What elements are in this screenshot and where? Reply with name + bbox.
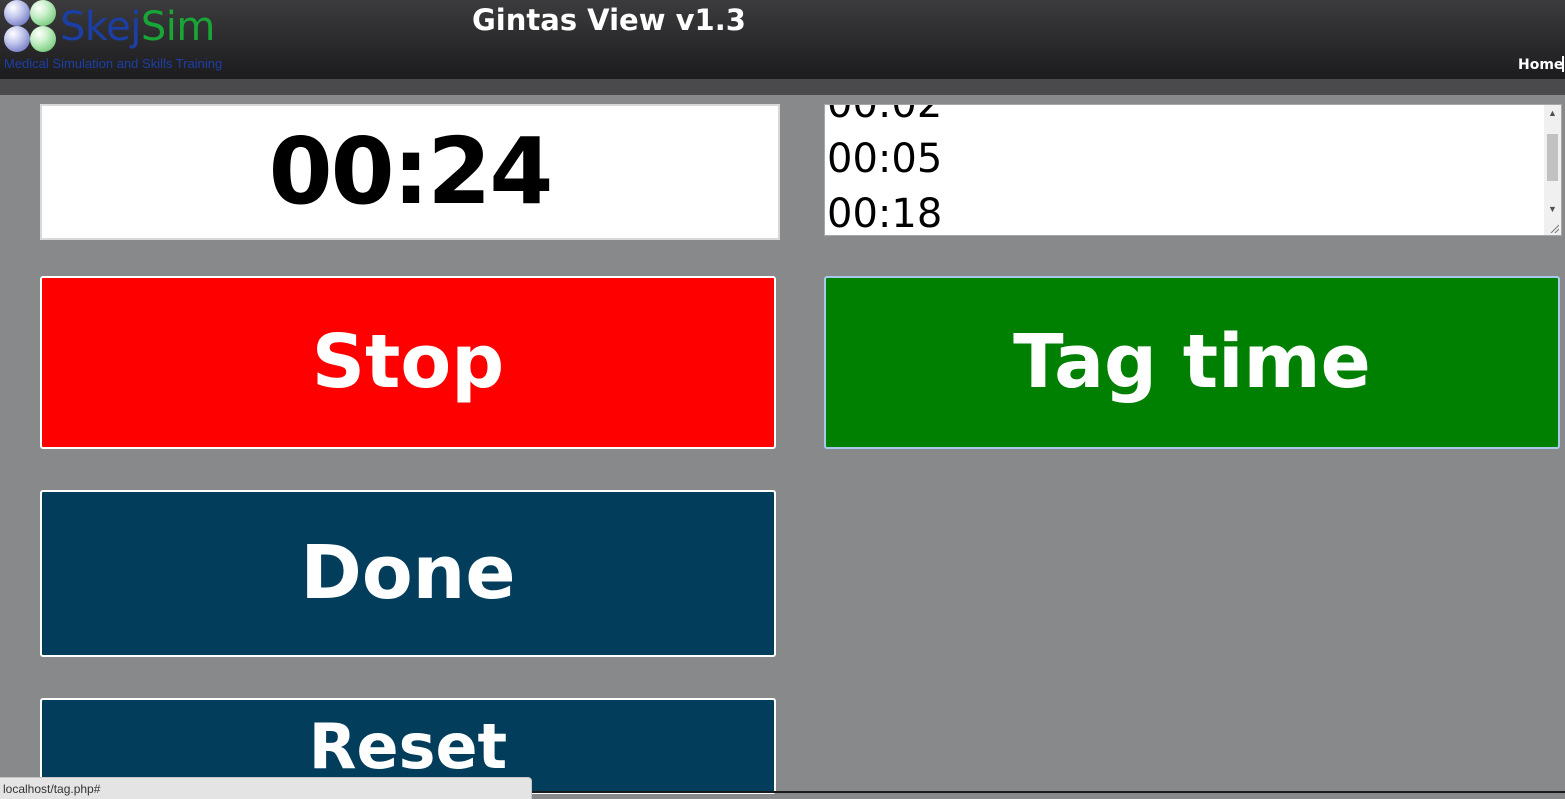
header-bar: SkejSim Medical Simulation and Skills Tr… <box>0 0 1565 79</box>
logo-spheres-icon <box>4 0 58 54</box>
scroll-down-arrow-icon[interactable]: ▼ <box>1544 201 1561 218</box>
tagged-time-entry: 00:18 <box>827 191 943 236</box>
tagged-times-list: 00:02 00:05 00:18 <box>827 104 943 236</box>
logo-wordmark: SkejSim <box>60 3 215 51</box>
scroll-up-arrow-icon[interactable]: ▲ <box>1544 105 1561 122</box>
logo-tagline: Medical Simulation and Skills Training <box>4 56 223 71</box>
tag-time-button[interactable]: Tag time <box>824 276 1560 449</box>
stop-button[interactable]: Stop <box>40 276 776 449</box>
logo-word-skej: Skej <box>60 4 141 50</box>
tagged-times-textarea[interactable]: 00:02 00:05 00:18 ▲ ▼ <box>824 104 1562 236</box>
nav-separator <box>1562 56 1564 72</box>
timer-value: 00:24 <box>268 118 554 225</box>
status-url: localhost/tag.php# <box>3 782 101 796</box>
vertical-scrollbar[interactable]: ▲ ▼ <box>1544 105 1561 235</box>
nav-home-link[interactable]: Home <box>1518 56 1563 74</box>
scrollbar-thumb[interactable] <box>1547 134 1558 181</box>
skejsim-logo[interactable]: SkejSim Medical Simulation and Skills Tr… <box>2 0 242 72</box>
resize-grip-icon[interactable] <box>1549 223 1559 233</box>
divider <box>532 791 1565 793</box>
tagged-time-entry: 00:02 <box>827 104 943 127</box>
browser-status-bar: localhost/tag.php# <box>0 777 532 799</box>
tagged-time-entry: 00:05 <box>827 136 943 182</box>
done-button[interactable]: Done <box>40 490 776 657</box>
header-strip <box>0 79 1565 95</box>
timer-display: 00:24 <box>40 104 780 240</box>
logo-word-sim: Sim <box>140 4 215 50</box>
page-title: Gintas View v1.3 <box>472 3 746 37</box>
